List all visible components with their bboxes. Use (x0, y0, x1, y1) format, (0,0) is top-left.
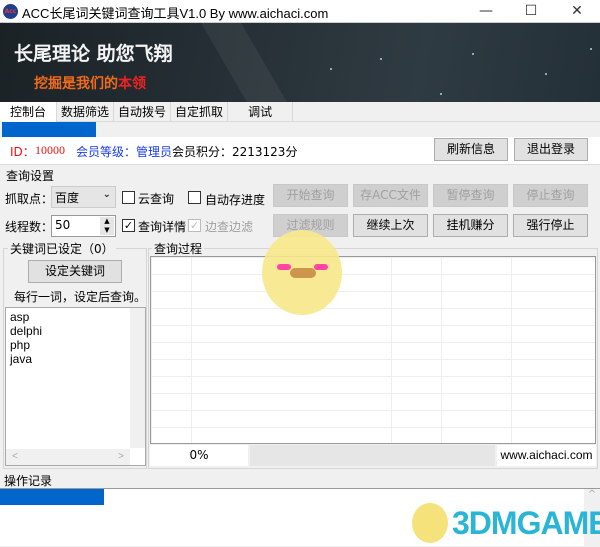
tab-data-filter[interactable]: 数据筛选 (57, 102, 115, 122)
grid-column-divider (511, 257, 512, 443)
log-highlight (0, 489, 104, 505)
pause-query-button[interactable]: 暂停查询 (433, 184, 508, 207)
source-label: 抓取点： (5, 192, 54, 206)
stop-query-button[interactable]: 停止查询 (513, 184, 588, 207)
progress-percent: 0% (150, 445, 248, 466)
window-title: ACC长尾词关键词查询工具V1.0 By www.aichaci.com (22, 6, 329, 21)
query-detail-checkbox[interactable]: ✓ (122, 219, 135, 232)
keyword-item: asp (10, 310, 30, 324)
tab-console[interactable]: 控制台 (0, 102, 58, 122)
close-button[interactable]: ✕ (557, 0, 597, 23)
keywords-group-title: 关键词已设定（0） (8, 240, 116, 257)
force-stop-button[interactable]: 强行停止 (513, 214, 588, 237)
banner-decoration (195, 23, 305, 102)
banner-tagline: 挖掘是我们的本领 (34, 73, 146, 93)
minimize-button[interactable]: — (466, 0, 506, 23)
log-box[interactable]: ^ 3DMGAME (0, 488, 600, 547)
id-value: 10000 (35, 143, 65, 157)
spin-arrows-icon[interactable]: ▲ ▼ (100, 217, 114, 235)
save-acc-button[interactable]: 存ACC文件 (353, 184, 428, 207)
autosave-label: 自动存进度 (205, 193, 266, 207)
app-icon: Acc (3, 4, 18, 19)
start-query-button[interactable]: 开始查询 (273, 184, 348, 207)
grid-column-divider (441, 257, 442, 443)
tab-bar: 控制台 数据筛选 自动拨号 自定抓取 调试 (0, 102, 600, 122)
id-label: ID： (10, 145, 35, 159)
threads-label: 线程数： (5, 220, 54, 234)
status-bar-highlight (2, 122, 96, 138)
grid-column-divider (191, 257, 192, 443)
tagline-highlight: 本领 (118, 76, 146, 92)
tab-auto-dial[interactable]: 自动拨号 (114, 102, 172, 122)
horizontal-scrollbar[interactable]: < > (6, 449, 130, 465)
progress-bar (250, 445, 495, 466)
idle-earn-button[interactable]: 挂机赚分 (433, 214, 508, 237)
process-group-title: 查询过程 (152, 240, 205, 257)
star-decoration (545, 73, 547, 75)
keywords-hint: 每行一词，设定后查询。 (14, 290, 147, 304)
autosave-checkbox[interactable] (188, 191, 201, 204)
star-decoration (330, 68, 332, 70)
logout-button[interactable]: 退出登录 (514, 138, 588, 161)
query-detail-label: 查询详情 (138, 220, 187, 234)
grid-column-divider (391, 257, 392, 443)
banner: 长尾理论 助您飞翔 挖掘是我们的本领 (0, 23, 600, 102)
filter-while-query-label: 边查边滤 (205, 220, 254, 234)
star-decoration (590, 48, 592, 50)
member-points: 会员积分：2213123分 (172, 145, 298, 159)
source-selected: 百度 (55, 191, 80, 205)
source-select[interactable]: 百度 ⌄ (51, 186, 116, 208)
star-decoration (380, 58, 382, 60)
maximize-button[interactable]: ☐ (511, 0, 551, 23)
tagline-part: 挖掘是我们的 (34, 76, 118, 92)
star-decoration (440, 93, 442, 95)
vertical-scrollbar[interactable] (130, 308, 145, 448)
settings-group-title: 查询设置 (6, 169, 55, 183)
tab-debug[interactable]: 调试 (228, 102, 294, 122)
member-info: ID： 10000 会员等级：管理员 会员积分：2213123分 刷新信息 退出… (0, 137, 600, 165)
mascot-overlay-icon (262, 230, 342, 315)
threads-stepper[interactable]: 50 ▲ ▼ (51, 215, 116, 237)
mascot-cheek (314, 264, 328, 270)
keyword-item: php (10, 338, 31, 352)
keyword-item: java (10, 352, 33, 366)
site-link[interactable]: www.aichaci.com (497, 445, 596, 466)
set-keywords-button[interactable]: 设定关键词 (28, 260, 122, 283)
log-label: 操作记录 (4, 474, 53, 488)
refresh-info-button[interactable]: 刷新信息 (434, 138, 508, 161)
title-bar: Acc ACC长尾词关键词查询工具V1.0 By www.aichaci.com… (0, 0, 600, 23)
mascot-icon (412, 503, 448, 543)
keywords-list[interactable]: asp delphi php java < > (5, 307, 146, 466)
cloud-query-checkbox[interactable] (122, 191, 135, 204)
cloud-query-label: 云查询 (138, 192, 175, 206)
keyword-item: delphi (10, 324, 43, 338)
star-decoration (472, 53, 474, 55)
watermark-logo: 3DMGAME (452, 505, 600, 541)
mascot-beak (290, 268, 316, 278)
chevron-down-icon: ⌄ (102, 189, 111, 200)
member-level: 会员等级：管理员 (76, 145, 173, 159)
threads-value: 50 (55, 218, 71, 232)
filter-while-query-checkbox[interactable]: ✓ (188, 219, 201, 232)
banner-slogan: 长尾理论 助您飞翔 (14, 43, 173, 65)
continue-last-button[interactable]: 继续上次 (353, 214, 428, 237)
query-results-grid[interactable] (150, 256, 596, 444)
mascot-cheek (277, 264, 291, 270)
tab-custom-crawl[interactable]: 自定抓取 (171, 102, 229, 122)
